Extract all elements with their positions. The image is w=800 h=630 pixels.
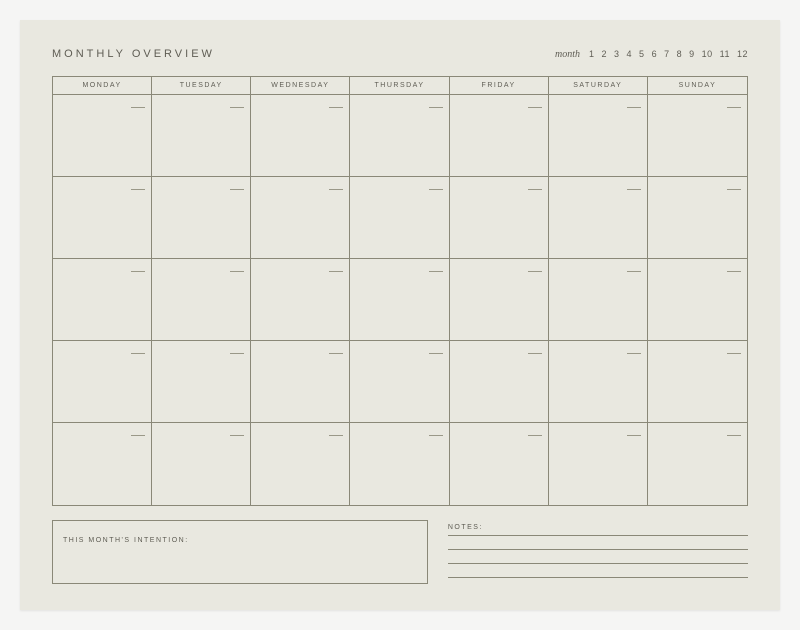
day-cell[interactable] xyxy=(648,423,747,505)
day-cell[interactable] xyxy=(450,259,549,340)
page-title: MONTHLY OVERVIEW xyxy=(52,48,215,60)
month-7[interactable]: 7 xyxy=(664,49,670,59)
week-row xyxy=(53,423,747,505)
day-cell[interactable] xyxy=(152,259,251,340)
day-cell[interactable] xyxy=(549,177,648,258)
week-row xyxy=(53,95,747,177)
day-cell[interactable] xyxy=(152,177,251,258)
notes-label: NOTES: xyxy=(448,524,483,531)
notes-line: NOTES: xyxy=(448,524,748,536)
month-6[interactable]: 6 xyxy=(652,49,658,59)
month-12[interactable]: 12 xyxy=(737,49,748,59)
day-cell[interactable] xyxy=(450,341,549,422)
notes-line xyxy=(448,564,748,578)
day-cell[interactable] xyxy=(549,341,648,422)
month-5[interactable]: 5 xyxy=(639,49,645,59)
day-cell[interactable] xyxy=(53,177,152,258)
day-cell[interactable] xyxy=(549,95,648,176)
day-headers: MONDAY TUESDAY WEDNESDAY THURSDAY FRIDAY… xyxy=(52,76,748,94)
week-row xyxy=(53,341,747,423)
day-header-fri: FRIDAY xyxy=(450,77,549,94)
month-selector: month 1 2 3 4 5 6 7 8 9 10 11 12 xyxy=(555,49,748,60)
day-cell[interactable] xyxy=(450,95,549,176)
day-cell[interactable] xyxy=(350,341,449,422)
notes-line xyxy=(448,550,748,564)
week-row xyxy=(53,177,747,259)
month-9[interactable]: 9 xyxy=(689,49,695,59)
day-cell[interactable] xyxy=(251,341,350,422)
day-cell[interactable] xyxy=(53,259,152,340)
day-cell[interactable] xyxy=(53,95,152,176)
day-cell[interactable] xyxy=(251,95,350,176)
day-cell[interactable] xyxy=(549,423,648,505)
day-cell[interactable] xyxy=(251,259,350,340)
day-cell[interactable] xyxy=(549,259,648,340)
day-header-thu: THURSDAY xyxy=(350,77,449,94)
day-header-mon: MONDAY xyxy=(53,77,152,94)
day-cell[interactable] xyxy=(350,95,449,176)
month-3[interactable]: 3 xyxy=(614,49,620,59)
day-cell[interactable] xyxy=(152,341,251,422)
day-header-sat: SATURDAY xyxy=(549,77,648,94)
month-10[interactable]: 10 xyxy=(702,49,713,59)
month-8[interactable]: 8 xyxy=(677,49,683,59)
day-cell[interactable] xyxy=(251,423,350,505)
day-cell[interactable] xyxy=(350,259,449,340)
day-cell[interactable] xyxy=(350,423,449,505)
intention-label: THIS MONTH'S INTENTION: xyxy=(63,537,189,544)
day-cell[interactable] xyxy=(648,95,747,176)
notes-box[interactable]: NOTES: xyxy=(448,520,748,584)
day-cell[interactable] xyxy=(648,259,747,340)
month-2[interactable]: 2 xyxy=(602,49,608,59)
month-4[interactable]: 4 xyxy=(627,49,633,59)
day-cell[interactable] xyxy=(648,341,747,422)
calendar-grid xyxy=(52,94,748,506)
planner-sheet: MONTHLY OVERVIEW month 1 2 3 4 5 6 7 8 9… xyxy=(20,20,780,610)
day-cell[interactable] xyxy=(53,341,152,422)
day-header-tue: TUESDAY xyxy=(152,77,251,94)
week-row xyxy=(53,259,747,341)
month-label: month xyxy=(555,49,580,60)
day-cell[interactable] xyxy=(152,423,251,505)
month-11[interactable]: 11 xyxy=(720,49,730,59)
header: MONTHLY OVERVIEW month 1 2 3 4 5 6 7 8 9… xyxy=(52,48,748,60)
intention-box[interactable]: THIS MONTH'S INTENTION: xyxy=(52,520,428,584)
day-header-sun: SUNDAY xyxy=(648,77,747,94)
day-cell[interactable] xyxy=(53,423,152,505)
footer: THIS MONTH'S INTENTION: NOTES: xyxy=(52,520,748,584)
day-header-wed: WEDNESDAY xyxy=(251,77,350,94)
month-1[interactable]: 1 xyxy=(589,49,595,59)
day-cell[interactable] xyxy=(450,423,549,505)
day-cell[interactable] xyxy=(648,177,747,258)
notes-line xyxy=(448,536,748,550)
day-cell[interactable] xyxy=(152,95,251,176)
day-cell[interactable] xyxy=(350,177,449,258)
day-cell[interactable] xyxy=(450,177,549,258)
day-cell[interactable] xyxy=(251,177,350,258)
